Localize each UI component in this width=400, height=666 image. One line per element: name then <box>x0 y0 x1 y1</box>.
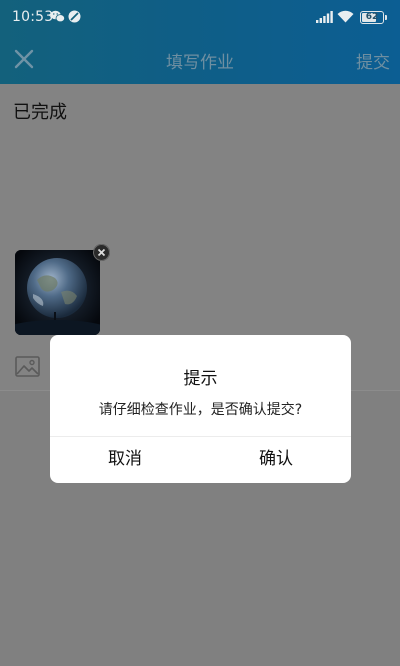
signal-icon <box>316 11 333 23</box>
image-icon[interactable] <box>15 356 40 377</box>
remove-icon[interactable] <box>93 244 110 261</box>
dialog-title: 提示 <box>183 369 218 389</box>
submit-button[interactable]: 提交 <box>356 48 390 73</box>
top-bar: 10:53 62 填写作业 提交 <box>0 0 400 84</box>
confirm-dialog: 提示 请仔细检查作业，是否确认提交? 取消 确认 <box>50 335 351 483</box>
header: 填写作业 提交 <box>0 36 400 84</box>
do-not-disturb-icon <box>68 10 81 23</box>
wechat-icon <box>50 10 65 23</box>
status-bar: 10:53 62 <box>0 0 400 36</box>
homework-text[interactable]: 已完成 <box>13 98 67 124</box>
cancel-button[interactable]: 取消 <box>50 436 200 483</box>
wifi-icon <box>337 10 354 23</box>
dialog-message: 请仔细检查作业，是否确认提交? <box>98 402 303 418</box>
battery-icon: 62 <box>360 11 387 24</box>
confirm-button[interactable]: 确认 <box>201 436 351 483</box>
status-time: 10:53 <box>12 9 54 25</box>
page-title: 填写作业 <box>166 53 234 73</box>
image-thumbnail[interactable] <box>15 250 100 335</box>
battery-level: 62 <box>365 12 379 22</box>
